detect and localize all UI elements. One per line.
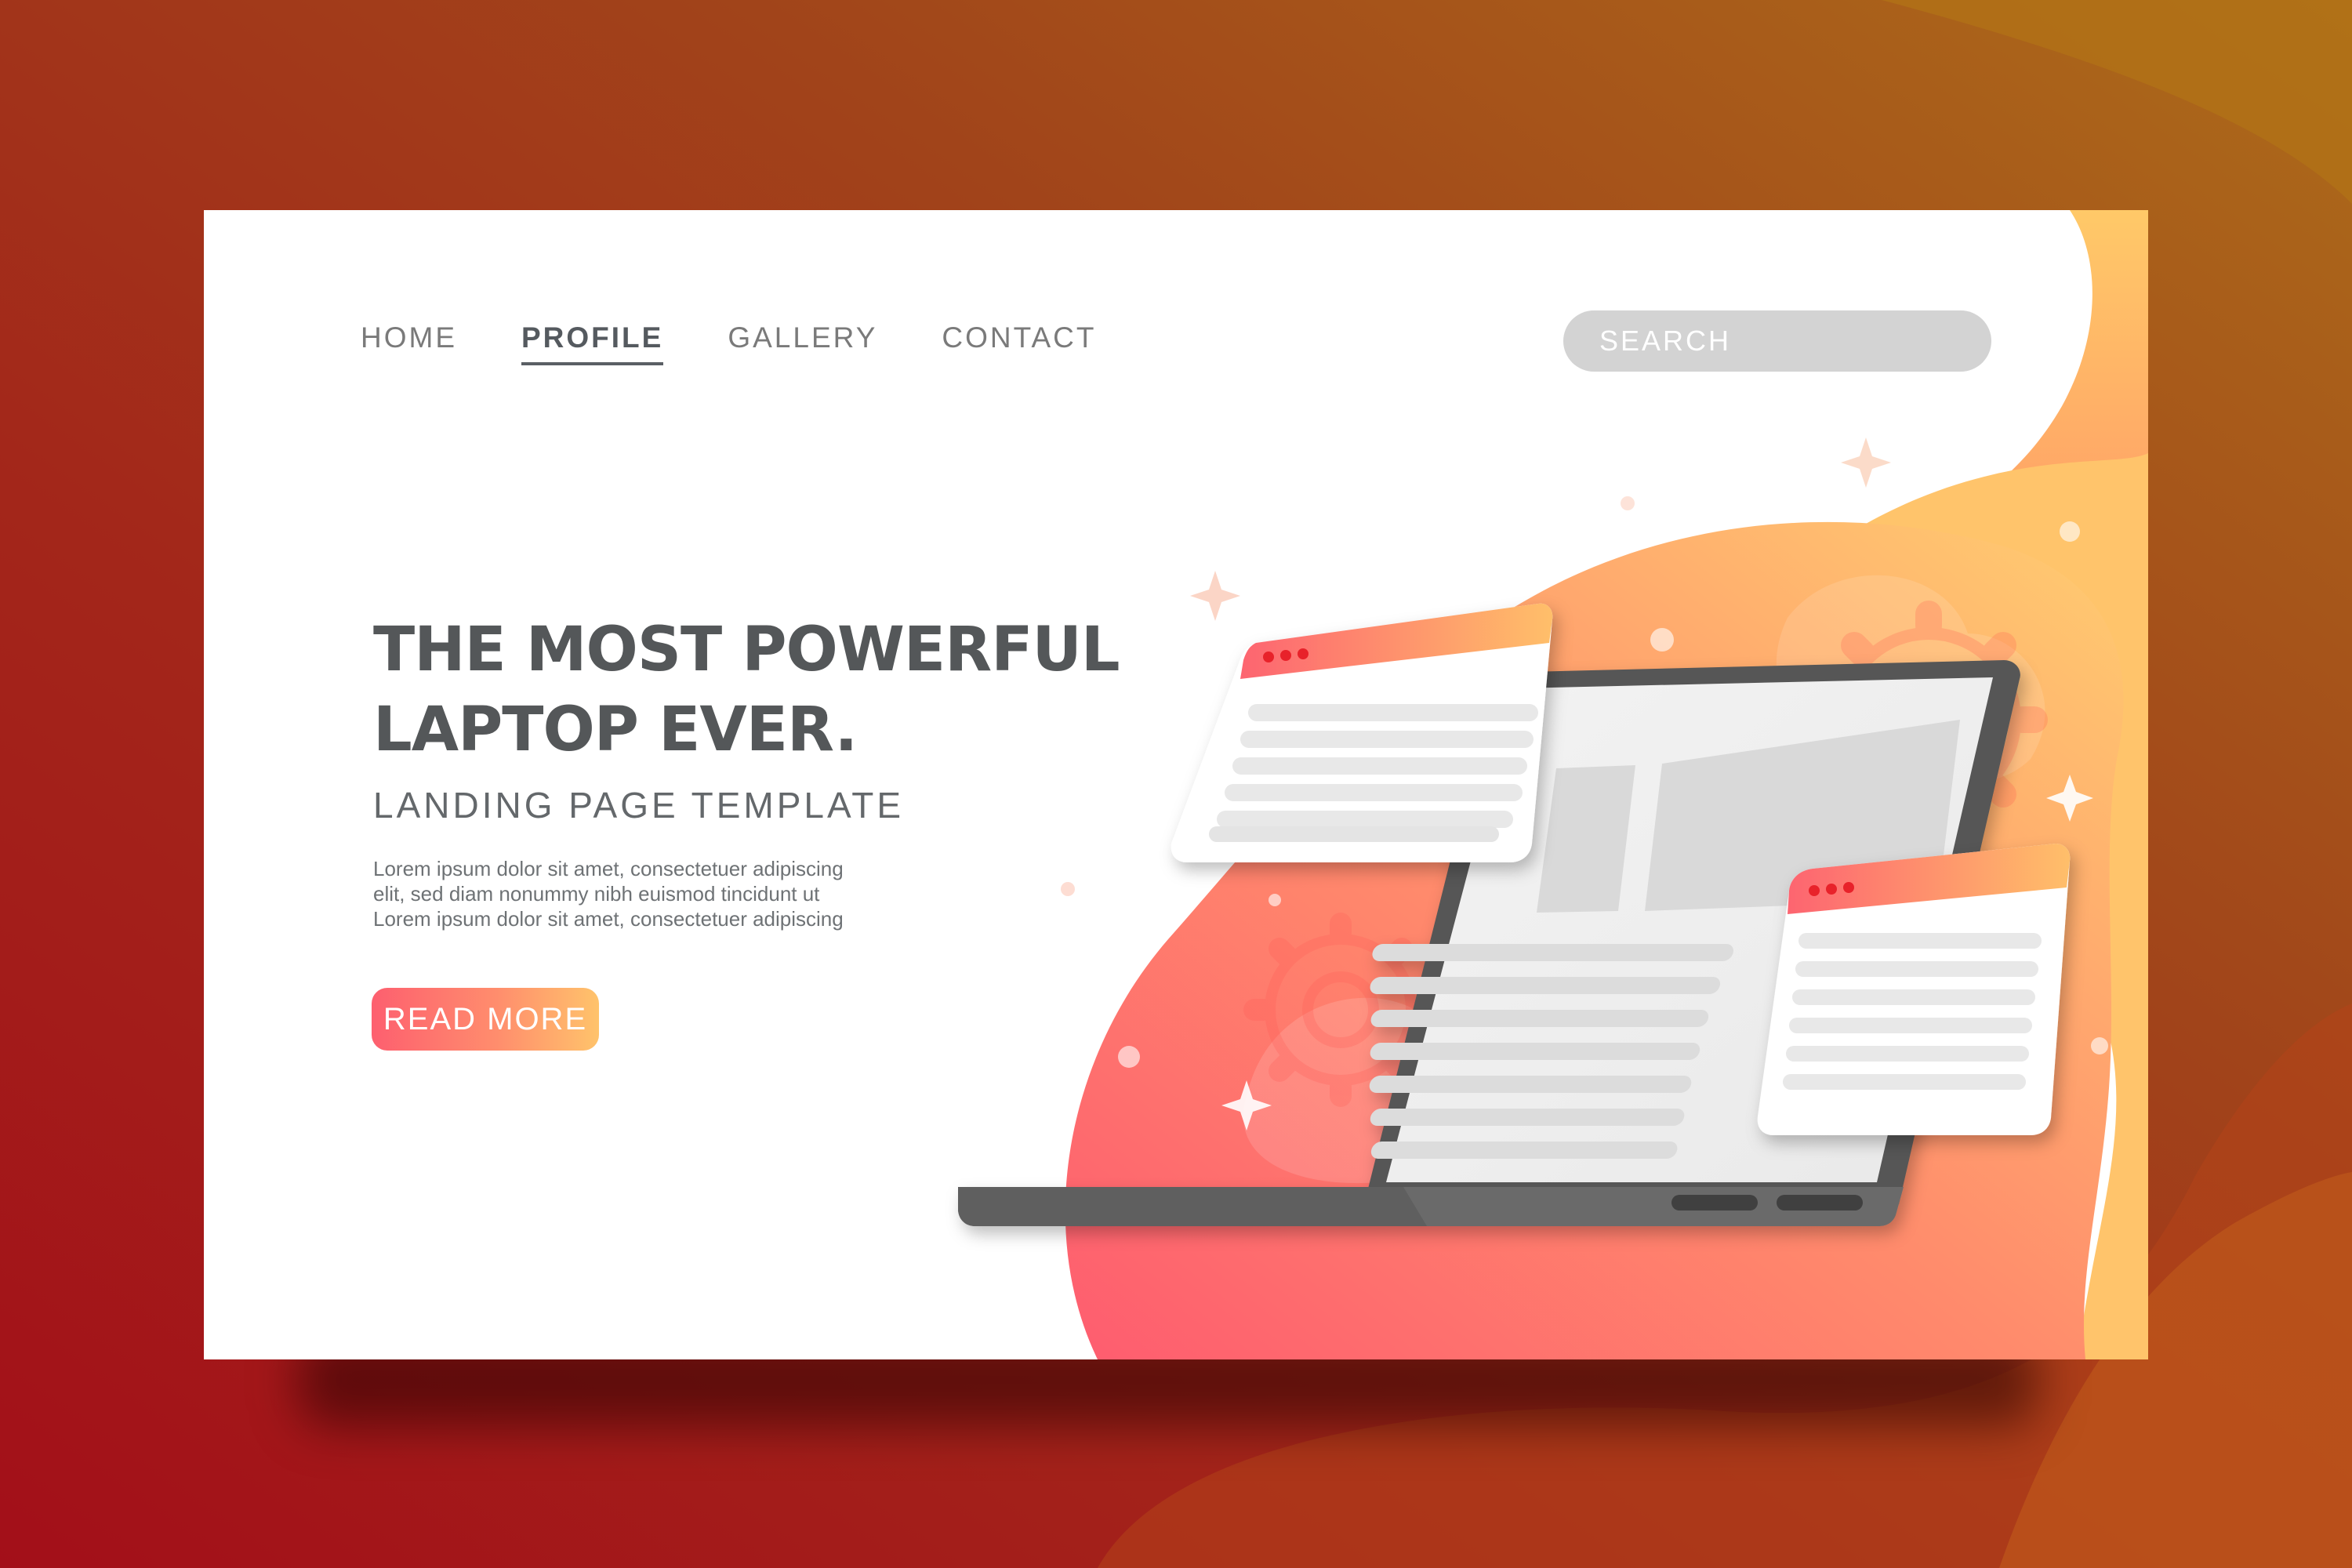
nav-item-gallery[interactable]: GALLERY (728, 321, 877, 365)
nav-item-profile[interactable]: PROFILE (521, 321, 664, 365)
body-line: Lorem ipsum dolor sit amet, consectetuer… (373, 907, 844, 931)
landing-page-card: HOME PROFILE GALLERY CONTACT THE MOST PO… (204, 210, 2148, 1359)
read-more-button[interactable]: READ MORE (372, 988, 599, 1051)
floating-window-right (1757, 844, 2071, 1135)
search-input[interactable] (1563, 310, 1991, 372)
floating-window-left (1171, 603, 1553, 862)
body-line: elit, sed diam nonummy nibh euismod tinc… (373, 882, 820, 906)
hero-body-text: Lorem ipsum dolor sit amet, consectetuer… (373, 856, 922, 931)
hero-headline: THE MOST POWERFUL LAPTOP EVER. (373, 610, 1120, 770)
body-line: Lorem ipsum dolor sit amet, consectetuer… (373, 857, 844, 880)
top-navigation: HOME PROFILE GALLERY CONTACT (361, 320, 1096, 367)
nav-item-home[interactable]: HOME (361, 321, 457, 365)
hero-headline-line-1: THE MOST POWERFUL (373, 615, 1120, 685)
hero-headline-line-2: LAPTOP EVER. (373, 695, 858, 765)
nav-item-contact[interactable]: CONTACT (942, 321, 1096, 365)
hero-subtitle: LANDING PAGE TEMPLATE (373, 785, 905, 826)
